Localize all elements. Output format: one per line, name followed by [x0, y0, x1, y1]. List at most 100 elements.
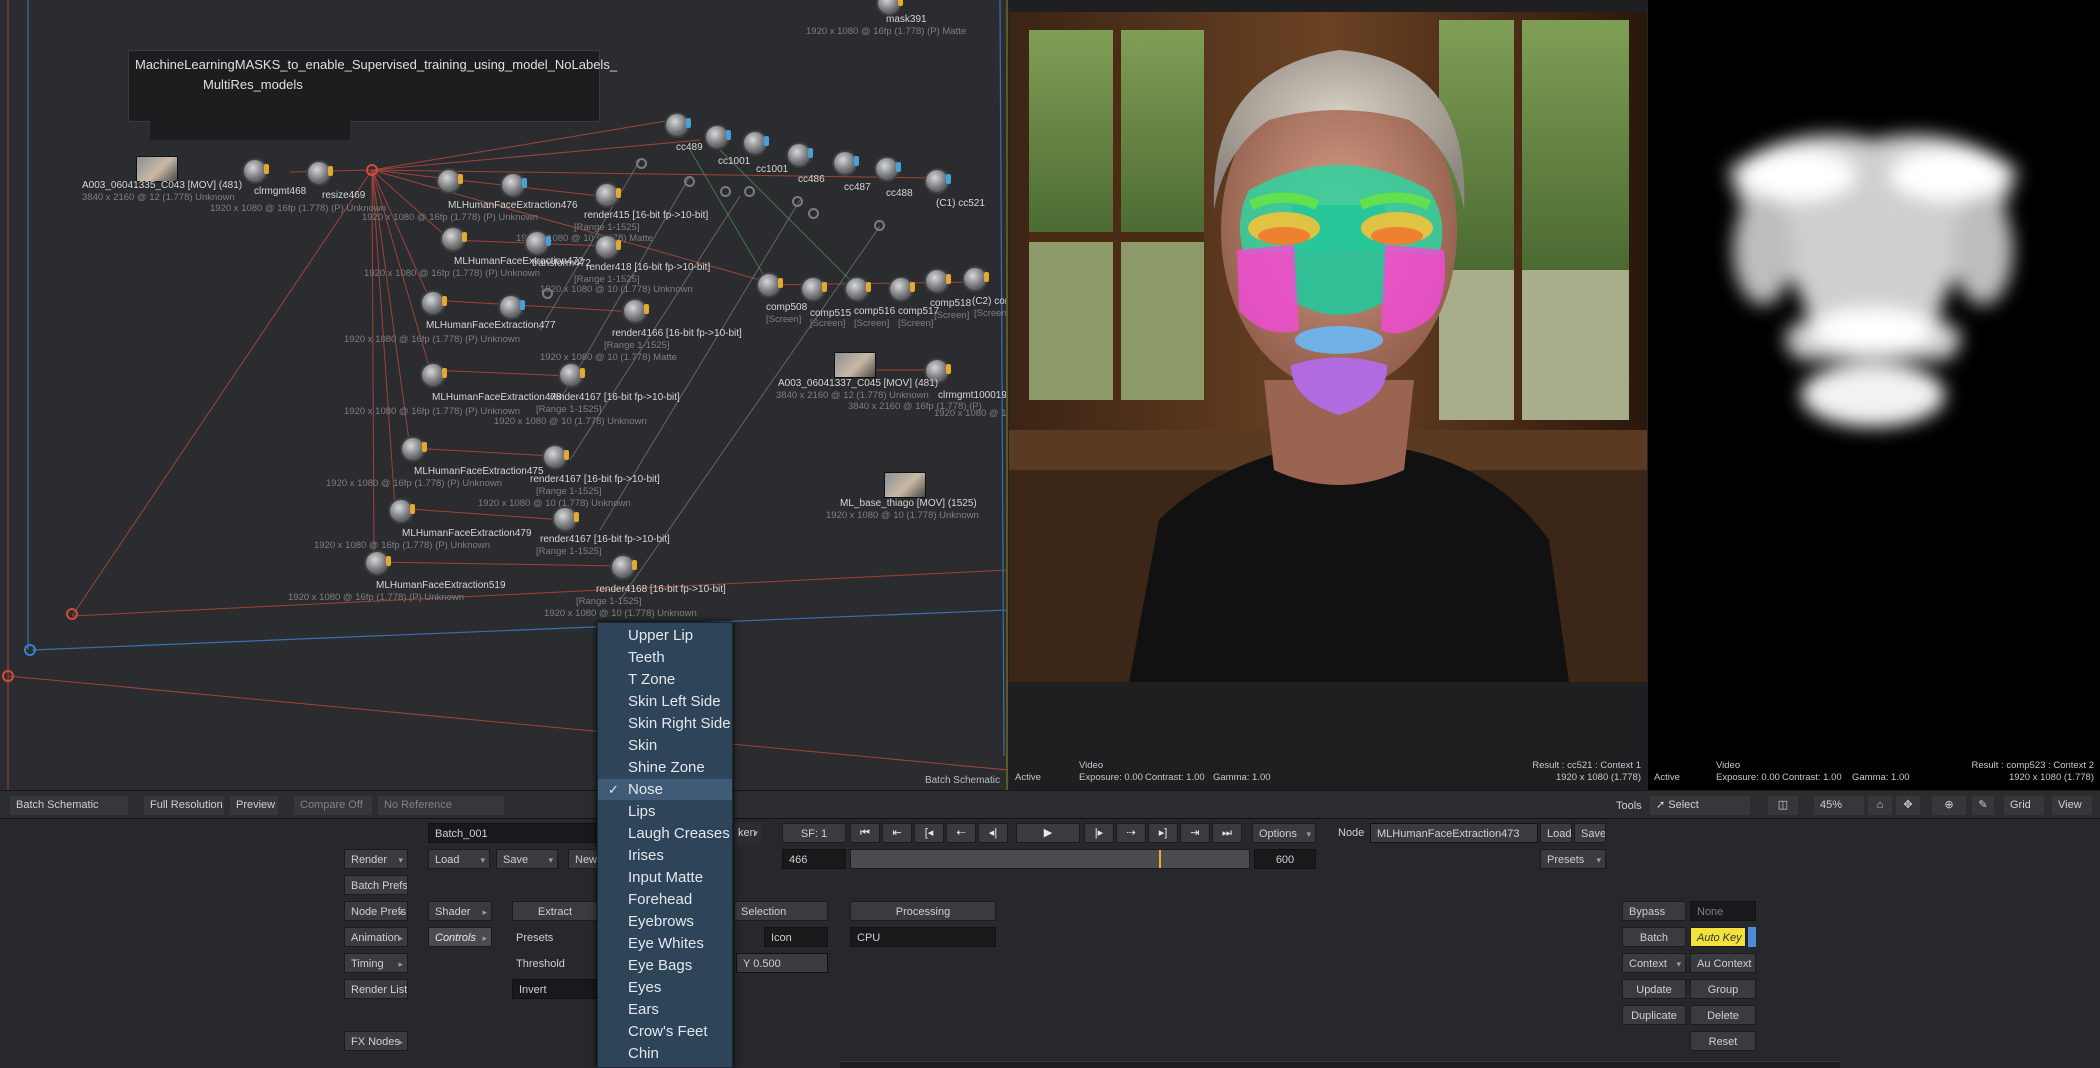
link-dot[interactable]: [792, 196, 803, 207]
menu-item-chin[interactable]: Chin: [598, 1043, 732, 1064]
tab-processing[interactable]: Processing: [850, 901, 996, 921]
menu-item-upper-lip[interactable]: Upper Lip: [598, 625, 732, 646]
menu-item-eye-whites[interactable]: Eye Whites: [598, 933, 732, 954]
current-frame-field[interactable]: 466: [782, 849, 846, 869]
comp-node[interactable]: [844, 276, 871, 302]
batch-name-field[interactable]: Batch_001: [428, 823, 596, 843]
batch-new-button[interactable]: New: [568, 849, 598, 869]
menu-item-t-zone[interactable]: T Zone: [598, 669, 732, 690]
tab-selection[interactable]: Selection: [734, 901, 828, 921]
cc-node[interactable]: [874, 156, 901, 182]
group-button[interactable]: Group: [1690, 979, 1756, 999]
transform-node[interactable]: [524, 230, 551, 256]
node-load-button[interactable]: Load: [1540, 823, 1572, 843]
view-select[interactable]: View: [2052, 796, 2092, 815]
resize-node[interactable]: [306, 160, 333, 186]
clip-node-a003-c045[interactable]: [834, 352, 876, 378]
menu-item-shine-zone[interactable]: Shine Zone: [598, 757, 732, 778]
animation-button[interactable]: Animation: [344, 927, 408, 947]
bypass-field[interactable]: None: [1690, 901, 1756, 921]
menu-item-irises[interactable]: Irises: [598, 845, 732, 866]
link-dot[interactable]: [542, 288, 553, 299]
comp-node[interactable]: [800, 276, 827, 302]
ml-face-node[interactable]: [388, 498, 415, 524]
render-node[interactable]: [594, 234, 621, 260]
options-button[interactable]: Options: [1252, 823, 1316, 843]
comp-node[interactable]: [888, 276, 915, 302]
grid-select[interactable]: Grid: [2004, 796, 2044, 815]
resolution-select[interactable]: Full Resolution: [144, 796, 224, 815]
auto-key-toggle[interactable]: Auto Key: [1690, 927, 1746, 947]
menu-item-eyebrows[interactable]: Eyebrows: [598, 911, 732, 932]
node-name-field[interactable]: MLHumanFaceExtraction473: [1370, 823, 1538, 843]
link-dot[interactable]: [808, 208, 819, 219]
tab-extract[interactable]: Extract: [512, 901, 598, 921]
menu-item-input-matte[interactable]: Input Matte: [598, 867, 732, 888]
next-mark-icon[interactable]: ⇢: [1116, 823, 1146, 843]
menu-item-eyes[interactable]: Eyes: [598, 977, 732, 998]
batch-load-button[interactable]: Load: [428, 849, 490, 869]
timeline-scrubber[interactable]: [850, 849, 1250, 869]
menu-item-skin-left-side[interactable]: Skin Left Side: [598, 691, 732, 712]
sf-field[interactable]: SF: 1: [782, 823, 846, 843]
ml-face-node[interactable]: [400, 436, 427, 462]
invert-toggle[interactable]: Invert: [512, 979, 598, 999]
preview-button[interactable]: Preview: [230, 796, 278, 815]
controls-button[interactable]: Controls: [428, 927, 492, 947]
menu-item-skin[interactable]: Skin: [598, 735, 732, 756]
clip-node-ml-base[interactable]: [884, 472, 926, 498]
sticky-note[interactable]: MachineLearningMASKS_to_enable_Supervise…: [128, 50, 617, 122]
playhead[interactable]: [1159, 850, 1161, 868]
delete-button[interactable]: Delete: [1690, 1005, 1756, 1025]
transform-icon[interactable]: ⊕: [1932, 796, 1966, 815]
ml-face-node[interactable]: [436, 168, 463, 194]
batch-schematic[interactable]: MachineLearningMASKS_to_enable_Supervise…: [0, 0, 1008, 790]
last-frame-icon[interactable]: ⏭: [1212, 823, 1242, 843]
cc-node[interactable]: [742, 130, 769, 156]
link-dot[interactable]: [720, 186, 731, 197]
viewer-context-1[interactable]: Active Video Exposure: 0.00 Contrast: 1.…: [1009, 0, 1647, 790]
link-dot[interactable]: [744, 186, 755, 197]
in-point-icon[interactable]: [◂: [914, 823, 944, 843]
batch-save-button[interactable]: Save: [496, 849, 558, 869]
mux-dot[interactable]: [24, 644, 36, 656]
batch-prefs-button[interactable]: Batch Prefs: [344, 875, 408, 895]
face-region-dropdown-menu[interactable]: Upper Lip Teeth T Zone Skin Left Side Sk…: [597, 622, 733, 1068]
render-node[interactable]: [610, 554, 637, 580]
duplicate-button[interactable]: Duplicate: [1622, 1005, 1686, 1025]
first-frame-icon[interactable]: ⏮: [850, 823, 880, 843]
icon-field[interactable]: Icon: [764, 927, 828, 947]
menu-item-nose[interactable]: ✓ Nose: [598, 779, 732, 800]
ml-face-node[interactable]: [420, 362, 447, 388]
link-dot[interactable]: [874, 220, 885, 231]
view-mode-select[interactable]: Batch Schematic: [10, 796, 128, 815]
prev-key-icon[interactable]: ⇤: [882, 823, 912, 843]
pen-icon[interactable]: ✎: [1972, 796, 1994, 815]
ml-face-node[interactable]: [420, 290, 447, 316]
home-icon[interactable]: ⌂: [1868, 796, 1892, 815]
out-point-icon[interactable]: ▸]: [1148, 823, 1178, 843]
render-node[interactable]: [594, 182, 621, 208]
clip-node-a003-c043[interactable]: [136, 156, 178, 182]
reference-select[interactable]: No Reference: [378, 796, 504, 815]
menu-item-teeth[interactable]: Teeth: [598, 647, 732, 668]
render-node[interactable]: [542, 444, 569, 470]
render-button[interactable]: Render: [344, 849, 408, 869]
context-button[interactable]: Context: [1622, 953, 1686, 973]
fx-nodes-button[interactable]: FX Nodes: [344, 1031, 408, 1051]
cc-node[interactable]: [924, 168, 951, 194]
partial-dropdown[interactable]: ken: [732, 823, 762, 843]
link-dot[interactable]: [684, 176, 695, 187]
ml-face-node[interactable]: [498, 294, 525, 320]
reset-button[interactable]: Reset: [1690, 1031, 1756, 1051]
node-presets-button[interactable]: Presets: [1540, 849, 1606, 869]
link-dot[interactable]: [636, 158, 647, 169]
comp-node[interactable]: [756, 272, 783, 298]
bypass-button[interactable]: Bypass: [1622, 901, 1686, 921]
cc-node[interactable]: [786, 142, 813, 168]
menu-item-eye-bags[interactable]: Eye Bags: [598, 955, 732, 976]
comp-node[interactable]: [924, 268, 951, 294]
node-save-button[interactable]: Save: [1574, 823, 1606, 843]
cc-node[interactable]: [704, 124, 731, 150]
shader-button[interactable]: Shader: [428, 901, 492, 921]
